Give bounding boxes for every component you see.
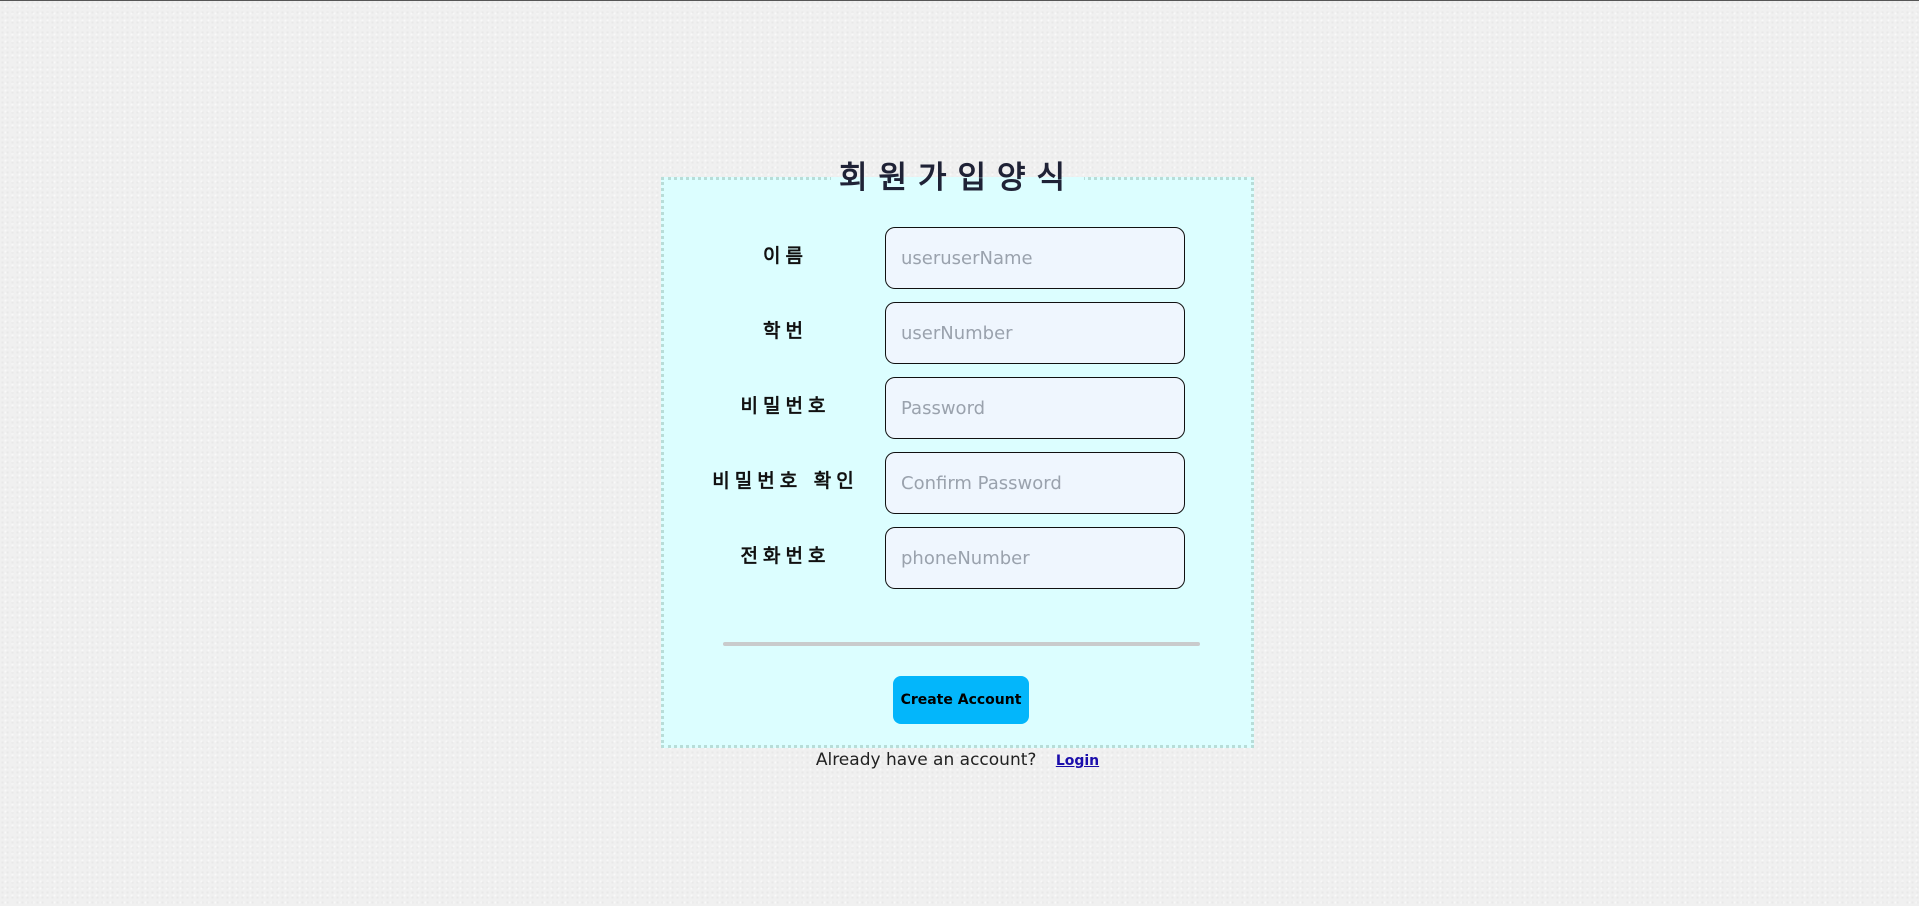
form-row-password: 비밀번호 [664,377,1251,439]
name-label: 이름 [763,245,808,267]
confirm-password-label: 비밀번호 확인 [712,470,859,492]
login-link[interactable]: Login [1056,753,1099,769]
create-account-button[interactable]: Create Account [893,676,1029,724]
password-input[interactable] [885,377,1185,439]
login-prompt-line: Already have an account? Login [664,750,1251,770]
form-row-phone-number: 전화번호 [664,527,1251,589]
student-number-input[interactable] [885,302,1185,364]
password-label: 비밀번호 [740,395,831,417]
form-title: 회원가입양식 [838,160,1077,196]
confirm-password-input[interactable] [885,452,1185,514]
form-row-student-number: 학번 [664,302,1251,364]
phone-number-label: 전화번호 [740,545,831,567]
form-row-name: 이름 [664,227,1251,289]
student-number-label: 학번 [763,320,808,342]
name-input[interactable] [885,227,1185,289]
login-prompt-text: Already have an account? [815,750,1037,770]
signup-form: 회원가입양식 이름 학번 비밀번호 비밀번호 확인 전화번호 Create Ac… [661,160,1254,770]
top-border-line [0,0,1919,1]
form-row-confirm-password: 비밀번호 확인 [664,452,1251,514]
divider [723,642,1200,646]
phone-number-input[interactable] [885,527,1185,589]
